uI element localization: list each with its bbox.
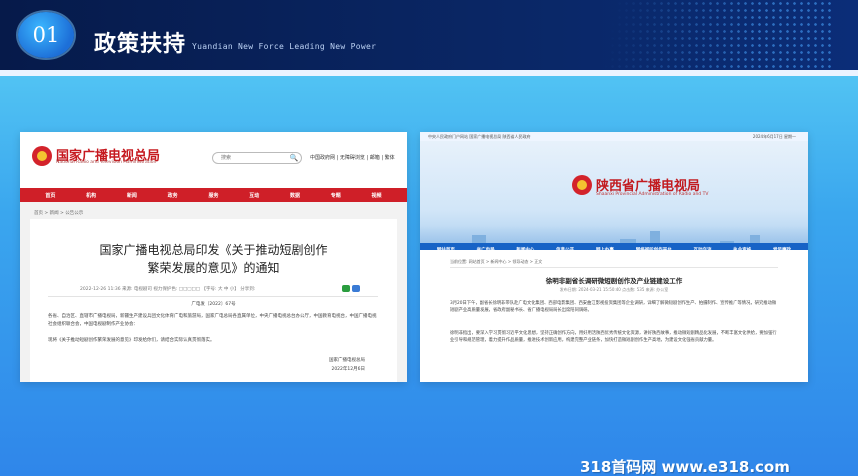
article-meta: 发布日期: 2024-03-21 15:50:40 点击数: 535 来源: 办…: [559, 287, 669, 292]
nav-item[interactable]: 服务: [208, 192, 218, 199]
slide-title: 政策扶持: [94, 32, 187, 57]
signature-date: 2022年12月6日: [331, 367, 365, 372]
nav-item[interactable]: 新闻: [127, 192, 137, 199]
shaanxi-screenshot-card: 中央人民政府门户网站 国家广播电视总局 陕西省人民政府 2024年6月17日 星…: [420, 132, 808, 382]
nav-item[interactable]: 互动: [249, 192, 259, 199]
nav-item[interactable]: 视频: [372, 192, 382, 199]
section-number-badge: 01: [18, 12, 74, 58]
nrta-article: 国家广播电视总局印发《关于推动短剧创作 繁荣发展的意见》的通知 2022-12-…: [30, 219, 397, 382]
nav-item[interactable]: 数据: [290, 192, 300, 199]
nrta-site-header: 国家广播电视总局 National Radio and Television A…: [20, 132, 407, 187]
article-title: 徐明非副省长调研微短剧创作及产业链建设工作: [545, 277, 683, 285]
divider: [48, 296, 378, 297]
nrta-top-links[interactable]: 中国政府网 | 无障碍浏览 | 邮箱 | 繁体: [310, 154, 395, 161]
article-title-line2: 繁荣发展的意见》的通知: [147, 261, 280, 275]
shaanxi-date: 2024年6月17日 星期一: [752, 134, 796, 139]
search-icon[interactable]: 🔍: [288, 153, 300, 163]
shaanxi-site-name-en: Shaanxi Provincial Administration of Rad…: [596, 192, 709, 197]
header-bar: 01 政策扶持 Yuandian New Force Leading New P…: [0, 0, 858, 70]
header-divider: [0, 70, 858, 76]
nav-item[interactable]: 专题: [331, 192, 341, 199]
dot-pattern-decoration: [574, 0, 834, 70]
shaanxi-top-bar: 中央人民政府门户网站 国家广播电视总局 陕西省人民政府 2024年6月17日 星…: [420, 132, 808, 141]
article-paragraph: 各省、自治区、直辖市广播电视局，新疆生产建设兵团文化体育广电和旅游局，国家广电总…: [48, 314, 377, 327]
national-emblem-icon: [572, 175, 592, 195]
article-meta: 2022-12-26 11:36 来源: 电视剧司 视力保护色: □□□□□ 【…: [80, 287, 256, 292]
article-paragraph: 徐明非指出，要深入学习贯彻习近平文化思想，坚持正确创作方向，用好用活陕西优秀传统…: [450, 331, 777, 344]
document-number: 广电发〔2022〕67号: [191, 302, 236, 307]
article-paragraph: 现将《关于推动短剧创作繁荣发展的意见》印发给你们，请结合实际认真贯彻落实。: [48, 338, 215, 343]
signature-org: 国家广播电视总局: [329, 358, 365, 363]
nav-item[interactable]: 政务: [168, 192, 178, 199]
nrta-screenshot-card: 国家广播电视总局 National Radio and Television A…: [20, 132, 407, 382]
divider: [450, 267, 778, 268]
breadcrumb[interactable]: 当前位置: 网站首页 > 新闻中心 > 领导动态 > 正文: [450, 259, 542, 265]
watermark: 318首码网 www.e318.com: [580, 458, 790, 476]
nav-item[interactable]: 首页: [45, 192, 55, 199]
slide-subtitle: Yuandian New Force Leading New Power: [192, 42, 377, 51]
national-emblem-icon: [32, 146, 52, 166]
article-paragraph: 3月20日下午，副省长徐明非带队赴广电文化集团、西部电影集团、西安曲江影视投资集…: [450, 301, 777, 314]
nrta-nav-bar: 首页 机构 新闻 政务 服务 互动 数据 专题 视频: [20, 188, 407, 202]
nrta-article-area: 首页 > 新闻 > 公告公示 国家广播电视总局印发《关于推动短剧创作 繁荣发展的…: [20, 202, 407, 382]
shaanxi-top-links[interactable]: 中央人民政府门户网站 国家广播电视总局 陕西省人民政府: [428, 134, 531, 139]
article-title-line1: 国家广播电视总局印发《关于推动短剧创作: [99, 243, 328, 257]
breadcrumb[interactable]: 首页 > 新闻 > 公告公示: [34, 210, 83, 216]
shaanxi-banner: 陕西省广播电视局 Shaanxi Provincial Administrati…: [420, 141, 808, 265]
weibo-share-icon[interactable]: [352, 285, 360, 292]
slide: 01 政策扶持 Yuandian New Force Leading New P…: [0, 0, 858, 476]
nav-item[interactable]: 机构: [86, 192, 96, 199]
wechat-share-icon[interactable]: [342, 285, 350, 292]
shaanxi-article-area: 当前位置: 网站首页 > 新闻中心 > 领导动态 > 正文 徐明非副省长调研微短…: [420, 250, 808, 382]
nrta-site-name-en: National Radio and Television Administra…: [56, 160, 157, 165]
